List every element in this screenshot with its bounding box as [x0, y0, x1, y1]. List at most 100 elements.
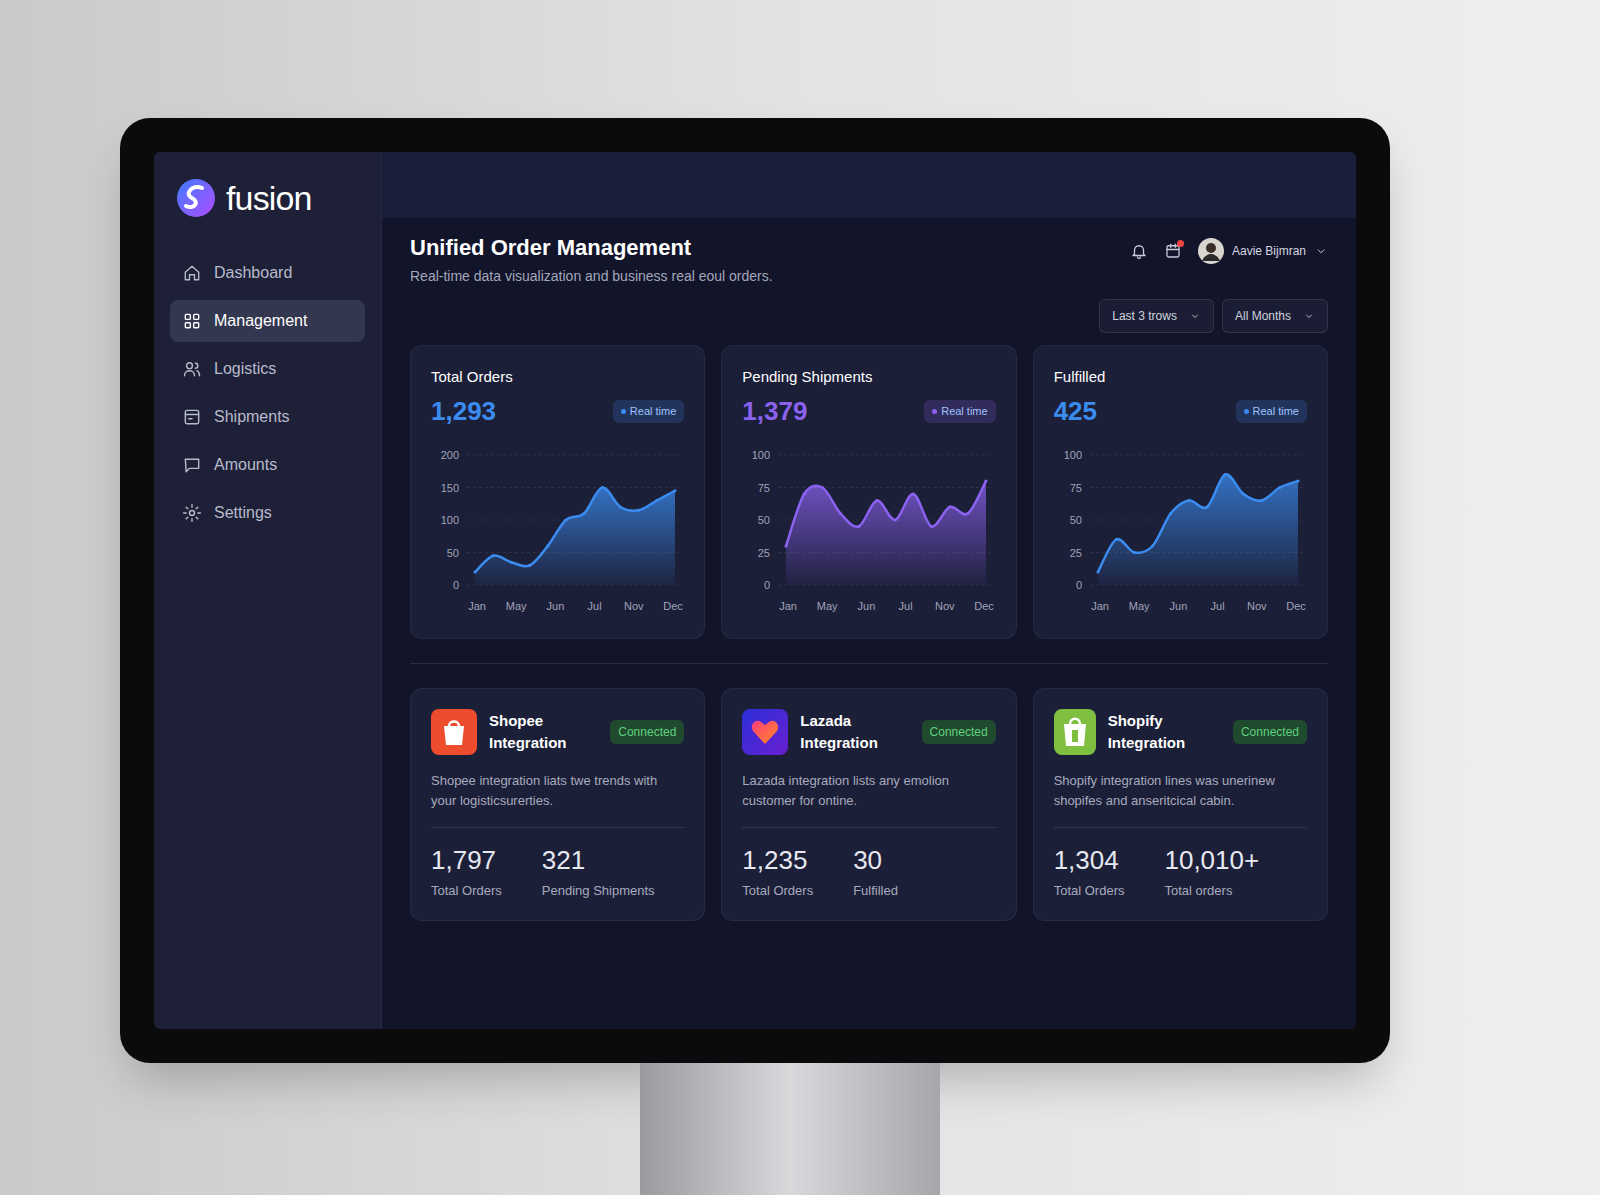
chart-point — [803, 492, 806, 495]
integration-cards: Shopee IntegrationConnectedShopee integr… — [410, 688, 1328, 921]
filter-dropdown[interactable]: All Months — [1222, 299, 1328, 333]
main-area: Unified Order ManagementReal-time data v… — [382, 152, 1356, 1029]
sidebar-item[interactable]: Management — [170, 300, 365, 342]
integration-stats: 1,797Total Orders321Pending Shipments — [431, 844, 684, 900]
integration-name: Shopee Integration — [489, 710, 598, 755]
sidebar-label[interactable]: Amounts — [214, 453, 277, 477]
chart-line — [475, 487, 675, 572]
integration-stat: 10,010+Total orders — [1164, 844, 1259, 900]
card-divider — [742, 827, 995, 828]
swirl-logo-icon — [174, 176, 218, 220]
chart-point — [655, 499, 658, 502]
chart-point — [1296, 479, 1299, 482]
sidebar-label[interactable]: Dashboard — [214, 261, 292, 285]
integration-stat: 1,797 Total Orders — [431, 844, 502, 900]
box-icon — [182, 407, 202, 427]
x-label: Nov — [935, 600, 955, 612]
area-chart: 1007550250JanMayJunJulNovDec — [742, 443, 996, 618]
avatar-icon — [1198, 238, 1224, 264]
card-divider — [431, 827, 684, 828]
top-band — [382, 152, 1356, 218]
header: Unified Order ManagementReal-time data v… — [410, 234, 1328, 287]
sidebar-item[interactable]: Shipments — [170, 396, 365, 438]
grid-line — [1090, 455, 1302, 456]
stat-value-row: 1,379Real time — [742, 392, 995, 431]
y-tick: 100 — [752, 449, 770, 461]
y-tick: 200 — [441, 449, 459, 461]
sidebar-item[interactable]: Settings — [170, 492, 365, 534]
integration-name: Shopify Integration — [1108, 710, 1221, 755]
chart-point — [492, 554, 495, 557]
stat-label: Total Orders — [431, 881, 502, 901]
x-label: May — [817, 600, 838, 612]
y-tick: 50 — [447, 547, 459, 559]
sidebar-label[interactable]: Settings — [214, 501, 272, 525]
y-tick: 25 — [758, 547, 770, 559]
grid-line — [778, 455, 990, 456]
status-badge: Connected — [610, 720, 684, 744]
chart-point — [1278, 486, 1281, 489]
y-tick: 50 — [1069, 514, 1081, 526]
chart-point — [546, 544, 549, 547]
x-label: May — [506, 600, 527, 612]
stat-label: Total Orders — [1054, 881, 1125, 901]
sidebar-item[interactable]: Amounts — [170, 444, 365, 486]
sidebar-item[interactable]: Logistics — [170, 348, 365, 390]
realtime-badge: Real time — [613, 400, 684, 423]
integration-stat: 1,304 Total Orders — [1054, 844, 1125, 900]
chart-point — [564, 518, 567, 521]
chevron-down-icon — [1314, 244, 1328, 258]
chart-area — [786, 481, 986, 585]
integration-header: Lazada IntegrationConnected — [742, 709, 995, 755]
grid-line — [1090, 487, 1302, 488]
x-label: Dec — [663, 600, 683, 612]
stat-number: 1,797 — [431, 844, 502, 877]
sidebar-label[interactable]: Management — [214, 309, 307, 333]
screen: fusionDashboardManagementLogisticsShipme… — [154, 152, 1356, 1029]
stat-title: Total Orders — [431, 366, 684, 389]
stat-value-row: 425Real time — [1054, 392, 1307, 431]
chart-point — [673, 489, 676, 492]
chart-point — [985, 479, 988, 482]
stat-label: Fulfilled — [853, 881, 898, 901]
area-chart: 200150100500JanMayJunJulNovDec — [431, 443, 685, 618]
stat-number: 1,304 — [1054, 844, 1125, 877]
divider — [410, 663, 1328, 664]
calendar-button[interactable] — [1164, 242, 1182, 260]
integration-name: Lazada Integration — [800, 710, 909, 755]
chart-point — [510, 561, 513, 564]
chart-point — [582, 512, 585, 515]
chart-point — [948, 505, 951, 508]
badge-text: Real time — [1253, 403, 1299, 420]
user-menu[interactable]: Aavie Bijmran — [1198, 238, 1328, 264]
y-tick: 25 — [1069, 547, 1081, 559]
chart-point — [876, 499, 879, 502]
chart-point — [967, 512, 970, 515]
bell-icon[interactable] — [1130, 242, 1148, 260]
user-name[interactable]: Aavie Bijmran — [1232, 242, 1306, 260]
badge-text: Real time — [941, 403, 987, 420]
filter-label[interactable]: Last 3 trows — [1112, 307, 1177, 325]
chart-line — [1098, 474, 1298, 572]
stat-cards: Total Orders1,293Real time200150100500Ja… — [410, 345, 1328, 640]
integration-stat: 30Fulfilled — [853, 844, 898, 900]
filter-label[interactable]: All Months — [1235, 307, 1291, 325]
content: Unified Order ManagementReal-time data v… — [382, 218, 1356, 1029]
sidebar-item[interactable]: Dashboard — [170, 252, 365, 294]
home-icon — [182, 263, 202, 283]
stat-label: Total Orders — [742, 881, 813, 901]
area-chart: 1007550250JanMayJunJulNovDec — [1054, 443, 1308, 618]
chart-area — [1098, 474, 1298, 585]
x-label: Jul — [588, 600, 602, 612]
sidebar-label[interactable]: Shipments — [214, 405, 290, 429]
x-label: Jun — [547, 600, 565, 612]
integration-header: Shopify IntegrationConnected — [1054, 709, 1307, 755]
filter-dropdown[interactable]: Last 3 trows — [1099, 299, 1214, 333]
stat-card: Fulfilled425Real time1007550250JanMayJun… — [1033, 345, 1328, 640]
grid-line — [467, 487, 679, 488]
stat-title: Fulfilled — [1054, 366, 1307, 389]
badge-text: Real time — [630, 403, 676, 420]
chart-point — [1242, 492, 1245, 495]
stat-label: Pending Shipments — [542, 881, 655, 901]
sidebar-label[interactable]: Logistics — [214, 357, 276, 381]
